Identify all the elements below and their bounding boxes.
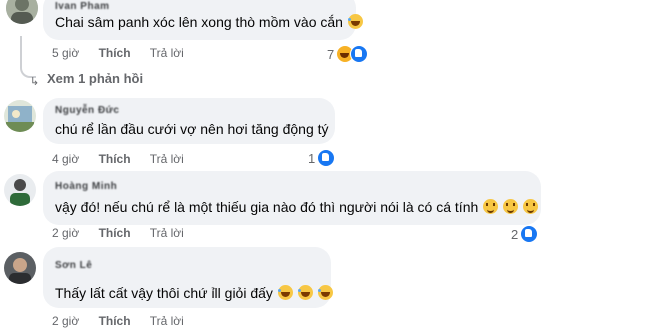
reply-button[interactable]: Trả lời	[150, 152, 184, 166]
comment-time[interactable]: 5 giờ	[52, 46, 79, 60]
laughing-emoji-icon	[277, 285, 293, 300]
avatar-photo-icon	[4, 100, 36, 132]
comment-bubble: Hoàng Minh vậy đó! nếu chú rể là một thi…	[43, 171, 541, 225]
reply-button[interactable]: Trả lời	[150, 314, 184, 328]
avatar[interactable]	[4, 100, 36, 132]
comment-text: vậy đó! nếu chú rể là một thiếu gia nào …	[55, 199, 538, 215]
thread-line	[20, 36, 36, 78]
comment-time[interactable]: 2 giờ	[52, 314, 79, 328]
reaction-count: 7	[327, 46, 335, 62]
comment-meta: 2 giờ Thích Trả lời	[52, 314, 200, 328]
avatar-photo-icon	[6, 0, 38, 24]
reaction-summary[interactable]: 2	[511, 225, 539, 243]
laughing-emoji-icon	[317, 285, 333, 300]
avatar-photo-icon	[4, 174, 36, 206]
like-icon	[350, 45, 369, 63]
avatar-photo-icon	[4, 252, 36, 284]
comment-author[interactable]: Hoàng Minh	[55, 181, 117, 192]
reaction-summary[interactable]: 1	[308, 149, 336, 167]
like-button[interactable]: Thích	[99, 152, 131, 166]
comment-time[interactable]: 2 giờ	[52, 226, 79, 240]
comment-text: Chai sâm panh xóc lên xong thò mồm vào c…	[55, 14, 363, 30]
like-button[interactable]: Thích	[99, 314, 131, 328]
smile-emoji-icon	[503, 199, 519, 214]
smile-emoji-icon	[483, 199, 499, 214]
comment-author[interactable]: Sơn Lê	[55, 260, 92, 271]
smile-emoji-icon	[522, 199, 538, 214]
reply-arrow-icon: ↳	[30, 76, 40, 88]
comment-text: Thấy lất cất vậy thôi chứ ỉll giỏi đấy	[55, 285, 333, 301]
comment-bubble: Sơn Lê Thấy lất cất vậy thôi chứ ỉll giỏ…	[43, 247, 333, 308]
avatar[interactable]	[6, 0, 38, 24]
comment-meta: 2 giờ Thích Trả lời	[52, 226, 200, 240]
comment-bubble: Ivan Pham Chai sâm panh xóc lên xong thò…	[43, 0, 363, 40]
like-button[interactable]: Thích	[99, 46, 131, 60]
comment-meta: 5 giờ Thích Trả lời	[52, 46, 200, 60]
avatar[interactable]	[4, 252, 36, 284]
comment-bubble: Nguyễn Đức chú rể lần đầu cưới vợ nên hơ…	[43, 98, 335, 144]
view-replies-link[interactable]: Xem 1 phản hồi	[47, 71, 143, 86]
like-button[interactable]: Thích	[99, 226, 131, 240]
reaction-summary[interactable]: 7	[327, 45, 369, 63]
reaction-count: 2	[511, 226, 519, 242]
comment-text: chú rể lần đầu cưới vợ nên hơi tăng động…	[55, 121, 329, 137]
comment-author[interactable]: Ivan Pham	[55, 1, 110, 12]
comment-text-content: vậy đó! nếu chú rể là một thiếu gia nào …	[55, 199, 479, 215]
reply-button[interactable]: Trả lời	[150, 46, 184, 60]
reaction-count: 1	[308, 150, 316, 166]
reply-button[interactable]: Trả lời	[150, 226, 184, 240]
comment-author[interactable]: Nguyễn Đức	[55, 105, 119, 116]
like-icon	[317, 149, 336, 167]
comment-text-content: Thấy lất cất vậy thôi chứ ỉll giỏi đấy	[55, 285, 273, 301]
laughing-emoji-icon	[297, 285, 313, 300]
like-icon	[520, 225, 539, 243]
avatar[interactable]	[4, 174, 36, 206]
comment-text-content: Chai sâm panh xóc lên xong thò mồm vào c…	[55, 14, 343, 30]
comment-time[interactable]: 4 giờ	[52, 152, 79, 166]
laughing-emoji-icon	[347, 14, 363, 29]
comment-meta: 4 giờ Thích Trả lời	[52, 152, 200, 166]
